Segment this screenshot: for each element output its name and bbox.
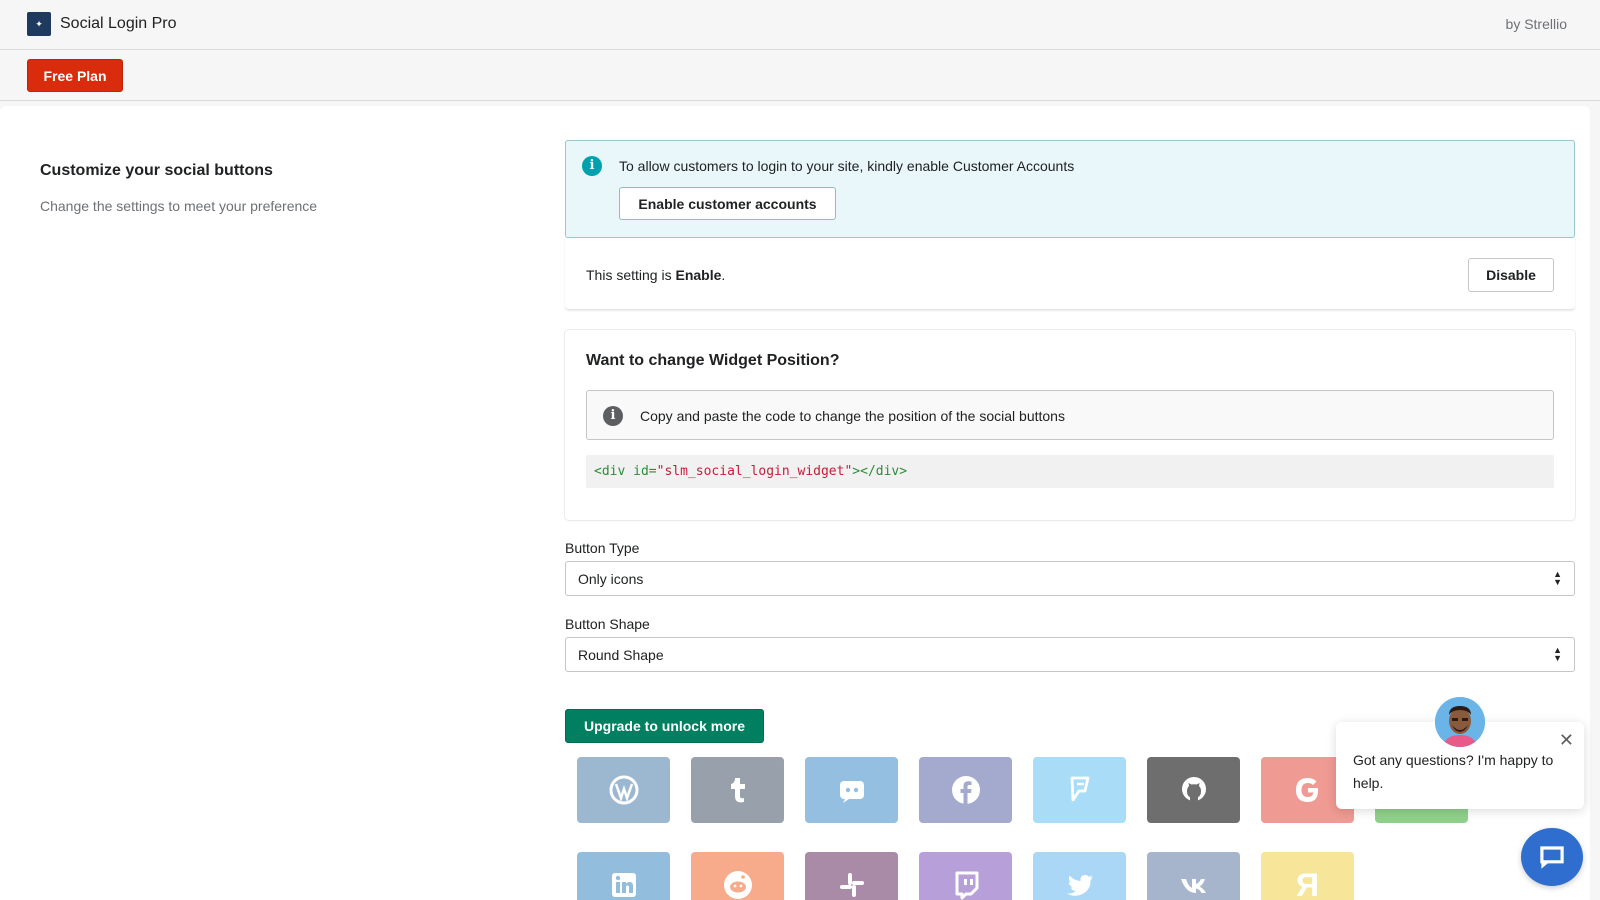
twitter-button[interactable] — [1033, 852, 1126, 900]
widget-note-text: Copy and paste the code to change the po… — [640, 408, 1065, 424]
twitch-icon — [955, 871, 978, 900]
button-type-label: Button Type — [565, 540, 640, 556]
close-icon[interactable]: ✕ — [1559, 730, 1574, 751]
chat-message: Got any questions? I'm happy to help. — [1353, 752, 1554, 791]
select-arrows-icon: ▲ ▼ — [1553, 569, 1562, 587]
button-type-select[interactable]: Only icons ▲ ▼ — [565, 561, 1575, 596]
customer-accounts-banner: i To allow customers to login to your si… — [565, 140, 1575, 238]
free-plan-button[interactable]: Free Plan — [27, 59, 123, 92]
reddit-button[interactable] — [691, 852, 784, 900]
foursquare-button[interactable] — [1033, 757, 1126, 823]
widget-note-box: i Copy and paste the code to change the … — [586, 390, 1554, 440]
tumblr-button[interactable] — [691, 757, 784, 823]
section-title: Customize your social buttons — [40, 162, 273, 179]
info-icon: i — [582, 156, 602, 176]
github-icon — [1181, 777, 1206, 802]
support-agent-avatar — [1435, 697, 1485, 747]
wordpress-icon — [609, 775, 638, 805]
slack-icon — [839, 873, 864, 897]
plan-bar: Free Plan — [0, 50, 1600, 101]
linkedin-button[interactable] — [577, 852, 670, 900]
widget-position-card: Want to change Widget Position? i Copy a… — [565, 330, 1575, 520]
app-title: Social Login Pro — [60, 15, 177, 32]
vk-icon — [1180, 879, 1206, 893]
linkedin-icon — [611, 873, 636, 897]
info-icon: i — [603, 406, 623, 426]
button-shape-select[interactable]: Round Shape ▲ ▼ — [565, 637, 1575, 672]
reddit-icon — [723, 871, 752, 899]
vk-button[interactable] — [1147, 852, 1240, 900]
google-icon — [1295, 778, 1318, 802]
code-line: <div id="slm_social_login_widget"></div> — [594, 464, 907, 479]
code-close-tag: ></div> — [852, 464, 908, 479]
section-subtitle: Change the settings to meet your prefere… — [40, 198, 318, 214]
facebook-icon — [951, 776, 980, 804]
enable-customer-accounts-button[interactable]: Enable customer accounts — [619, 187, 836, 220]
chat-launcher-button[interactable] — [1521, 828, 1583, 886]
setting-status-card: This setting is Enable. Disable — [565, 239, 1575, 310]
setting-status-text: This setting is Enable. — [586, 267, 725, 283]
button-shape-value: Round Shape — [578, 647, 664, 663]
code-open-tag: <div id= — [594, 464, 657, 479]
app-logo-icon: ✦ — [27, 12, 51, 36]
discord-button[interactable] — [805, 757, 898, 823]
setting-status-prefix: This setting is — [586, 267, 676, 283]
wordpress-button[interactable] — [577, 757, 670, 823]
app-header: ✦ Social Login Pro by Strellio — [0, 0, 1600, 50]
button-type-value: Only icons — [578, 571, 644, 587]
select-arrows-icon: ▲ ▼ — [1553, 645, 1562, 663]
facebook-button[interactable] — [919, 757, 1012, 823]
avatar-illustration — [1435, 697, 1485, 747]
setting-status-value: Enable — [675, 267, 722, 283]
slack-button[interactable] — [805, 852, 898, 900]
twitter-icon — [1066, 874, 1093, 896]
chat-bubble-icon — [1540, 846, 1564, 869]
yandex-icon: Я — [1296, 866, 1319, 900]
github-button[interactable] — [1147, 757, 1240, 823]
twitch-button[interactable] — [919, 852, 1012, 900]
upgrade-button[interactable]: Upgrade to unlock more — [565, 709, 764, 743]
button-shape-label: Button Shape — [565, 616, 650, 632]
widget-position-title: Want to change Widget Position? — [586, 352, 840, 369]
by-line: by Strellio — [1505, 16, 1567, 32]
widget-code-snippet[interactable]: <div id="slm_social_login_widget"></div> — [586, 455, 1554, 488]
discord-icon — [839, 781, 864, 803]
tumblr-icon — [730, 778, 745, 803]
disable-button[interactable]: Disable — [1468, 258, 1554, 292]
setting-status-suffix: . — [721, 267, 726, 283]
banner-text: To allow customers to login to your site… — [619, 158, 1075, 174]
yandex-button[interactable]: Я — [1261, 852, 1354, 900]
foursquare-icon — [1070, 776, 1089, 802]
code-attr-value: "slm_social_login_widget" — [656, 464, 853, 479]
